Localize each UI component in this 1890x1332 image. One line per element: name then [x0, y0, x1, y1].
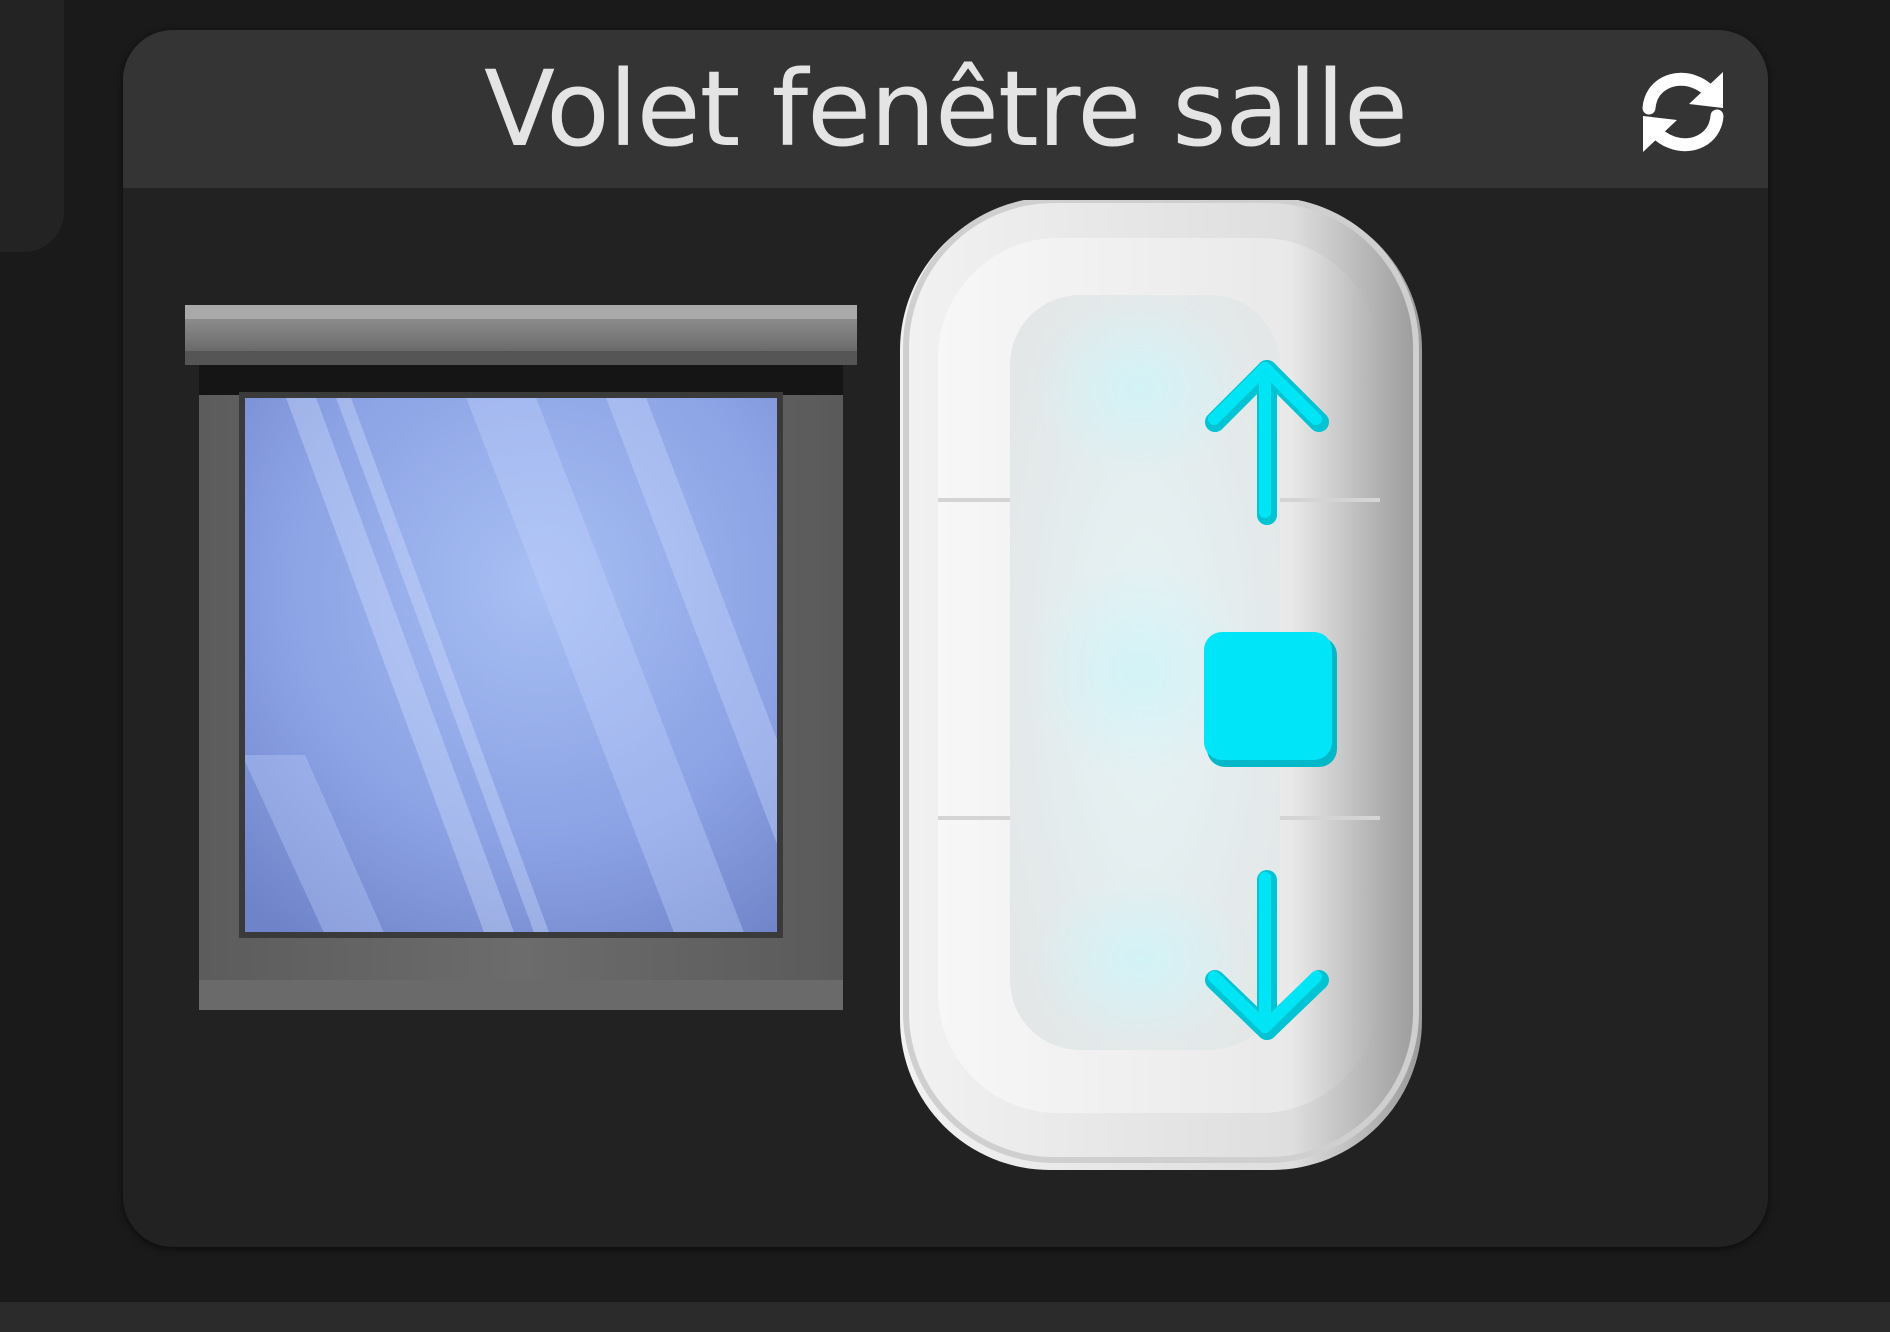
arrow-up-icon: [1205, 360, 1329, 525]
widget-title: Volet fenêtre salle: [484, 48, 1408, 170]
open-shutter-button[interactable]: [1120, 330, 1410, 545]
arrow-down-icon: [1205, 870, 1329, 1040]
window-shutter-icon: [185, 305, 857, 1010]
refresh-button[interactable]: [1635, 64, 1731, 160]
close-shutter-button[interactable]: [1120, 865, 1410, 1065]
refresh-icon: [1642, 72, 1724, 152]
bottom-bar: [0, 1302, 1890, 1332]
stop-square-icon: [1204, 632, 1337, 767]
adjacent-card: [0, 0, 64, 252]
stop-shutter-button[interactable]: [1120, 560, 1410, 850]
